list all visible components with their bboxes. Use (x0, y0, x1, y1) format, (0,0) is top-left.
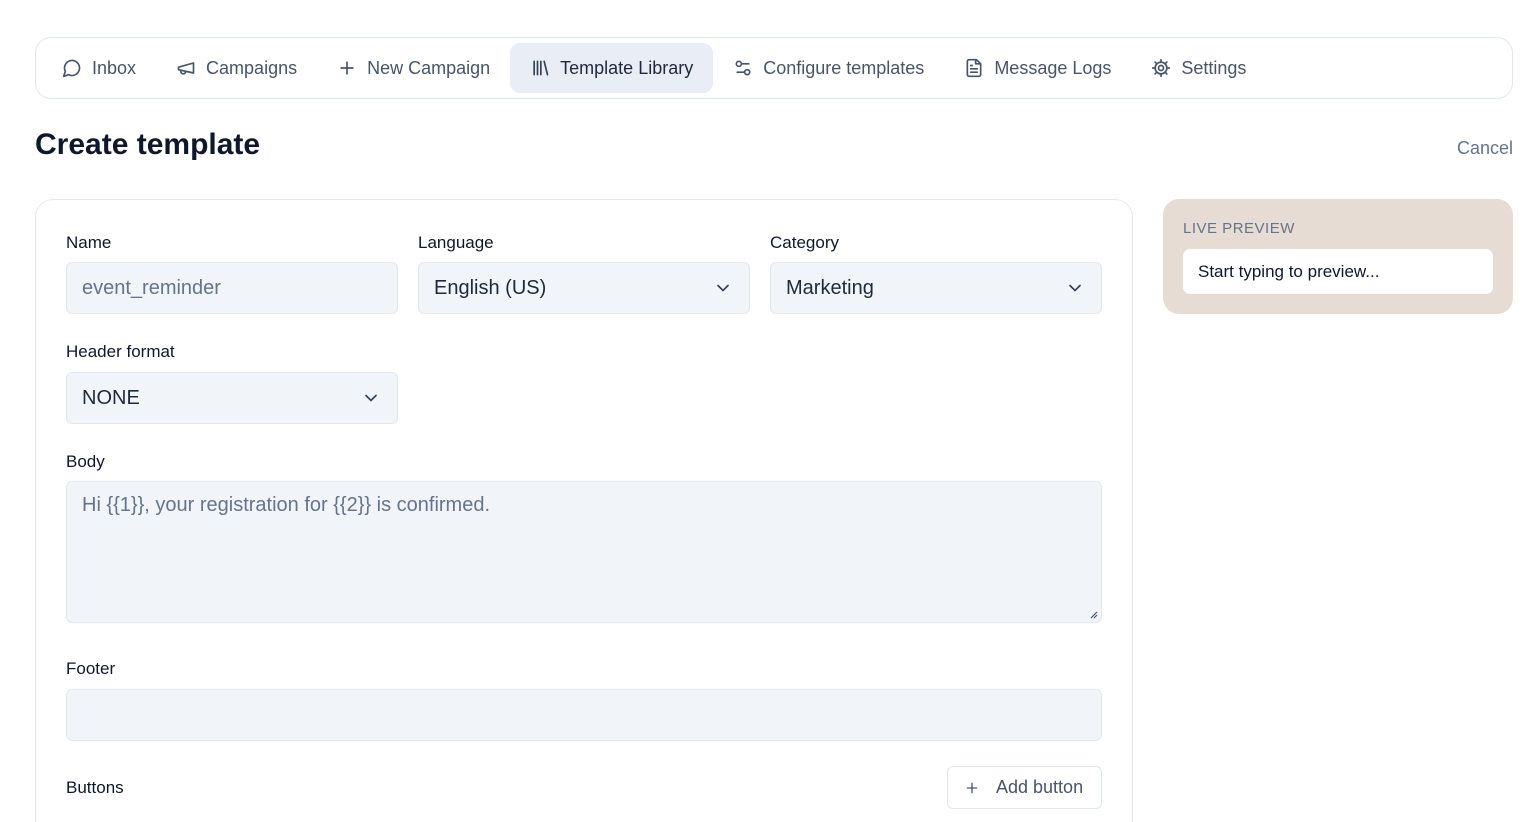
plus-icon (337, 58, 357, 78)
add-button-button[interactable]: Add button (947, 766, 1102, 809)
chevron-down-icon (365, 394, 377, 402)
document-icon (964, 58, 984, 78)
top-nav: Inbox Campaigns New Campaign Template Li… (35, 37, 1513, 99)
add-button-label: Add button (996, 777, 1084, 797)
nav-item-new-campaign[interactable]: New Campaign (317, 43, 510, 93)
nav-item-label: Configure templates (763, 57, 925, 78)
nav-item-label: Inbox (92, 57, 137, 78)
nav-item-label: Campaigns (206, 57, 298, 78)
preview-text: Start typing to preview... (1198, 261, 1380, 281)
body-textarea[interactable]: Hi {{1}}, your registration for {{2}} is… (66, 481, 1102, 623)
gear-icon (1151, 58, 1171, 78)
header-format-label: Header format (66, 342, 175, 361)
category-label: Category (770, 233, 839, 252)
page-title: Create template (35, 128, 261, 161)
nav-item-label: Message Logs (994, 57, 1112, 78)
chat-bubble-icon (62, 58, 82, 78)
language-value: English (US) (434, 276, 547, 299)
nav-item-settings[interactable]: Settings (1131, 43, 1266, 93)
body-placeholder: Hi {{1}}, your registration for {{2}} is… (82, 494, 491, 516)
buttons-label: Buttons (66, 778, 124, 797)
library-icon (530, 58, 550, 78)
nav-item-configure-templates[interactable]: Configure templates (713, 43, 944, 93)
resize-grip-icon[interactable] (1088, 609, 1098, 619)
category-value: Marketing (786, 276, 874, 299)
nav-item-template-library[interactable]: Template Library (510, 43, 714, 93)
live-preview-panel: LIVE PREVIEW Start typing to preview... (1163, 199, 1513, 314)
footer-label: Footer (66, 659, 116, 678)
cancel-link[interactable]: Cancel (1457, 138, 1513, 159)
nav-item-label: New Campaign (367, 57, 491, 78)
plus-icon (966, 782, 978, 793)
header-format-value: NONE (82, 386, 140, 409)
sliders-icon (733, 58, 753, 78)
body-label: Body (66, 452, 105, 471)
nav-item-campaigns[interactable]: Campaigns (156, 43, 317, 93)
category-select[interactable]: Marketing (770, 262, 1102, 314)
nav-item-message-logs[interactable]: Message Logs (944, 43, 1131, 93)
nav-item-inbox[interactable]: Inbox (42, 43, 156, 93)
nav-item-label: Settings (1181, 57, 1247, 78)
language-select[interactable]: English (US) (418, 262, 750, 314)
live-preview-title: LIVE PREVIEW (1183, 220, 1295, 237)
name-input[interactable]: event_reminder (66, 262, 398, 314)
nav-item-label: Template Library (560, 57, 694, 78)
template-form-card: Name event_reminder Language English (US… (35, 199, 1133, 822)
name-placeholder: event_reminder (82, 276, 221, 299)
chevron-down-icon (717, 284, 729, 292)
footer-input[interactable] (66, 689, 1102, 741)
language-label: Language (418, 233, 494, 252)
name-label: Name (66, 233, 112, 252)
megaphone-icon (176, 58, 196, 78)
header-format-select[interactable]: NONE (66, 372, 398, 424)
preview-message-bubble: Start typing to preview... (1183, 249, 1493, 294)
chevron-down-icon (1069, 284, 1081, 292)
